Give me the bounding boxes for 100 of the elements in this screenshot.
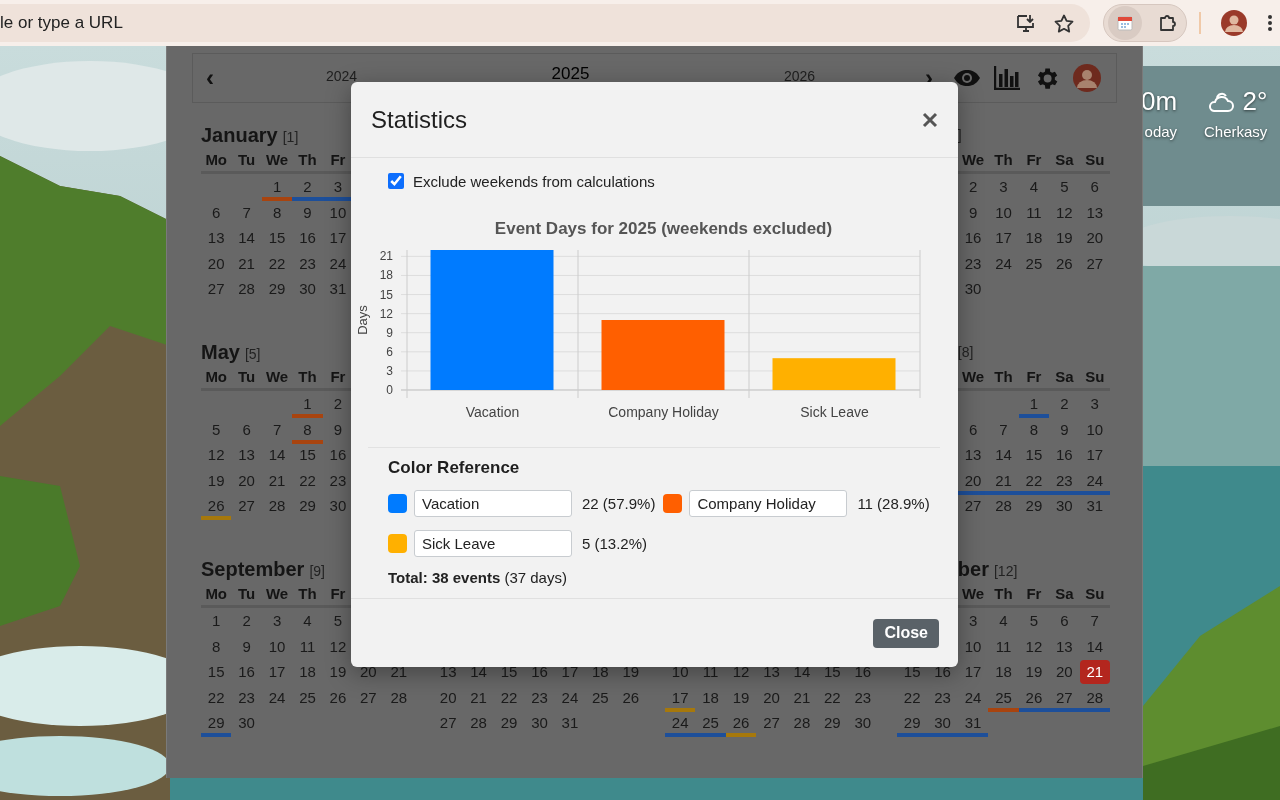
day-number[interactable]: 24 [329,253,347,274]
day-number[interactable]: 27 [763,713,780,734]
day-number[interactable]: 22 [299,470,316,491]
close-button[interactable] [922,111,938,128]
day-number[interactable]: 30 [329,496,347,517]
category-name-field[interactable]: Sick Leave [414,529,572,557]
day-number[interactable]: 22 [903,687,921,708]
day-number[interactable]: 13 [964,445,982,466]
day-number[interactable]: 23 [299,253,316,274]
day-number[interactable]: 29 [207,713,225,734]
day-number[interactable]: 15 [1025,445,1043,466]
day-number[interactable]: 23 [329,470,347,491]
day-number[interactable]: 21 [793,687,811,708]
day-number[interactable]: 24 [964,687,982,708]
day-number[interactable]: 25 [1025,253,1043,274]
day-number[interactable]: 21 [995,470,1012,491]
day-number[interactable]: 19 [732,687,750,708]
day-number[interactable]: 6 [212,202,221,223]
day-number[interactable]: 17 [671,687,689,708]
avatar[interactable] [1073,64,1101,92]
today-date[interactable]: 21 [1079,660,1110,685]
day-number[interactable]: 20 [1086,228,1104,249]
address-bar[interactable]: le or type a URL [0,4,1090,42]
day-number[interactable]: 19 [1056,228,1073,249]
day-number[interactable]: 20 [439,687,457,708]
day-number[interactable]: 11 [1026,202,1042,223]
day-number[interactable]: 17 [1086,445,1104,466]
day-number[interactable]: 10 [1086,419,1104,440]
day-number[interactable]: 29 [299,496,316,517]
day-number[interactable]: 25 [995,687,1012,708]
day-number[interactable]: 25 [592,687,609,708]
day-number[interactable]: 9 [242,636,251,657]
day-number[interactable]: 5 [1060,177,1069,198]
day-number[interactable]: 28 [268,496,286,517]
day-number[interactable]: 28 [1086,687,1104,708]
day-number[interactable]: 16 [299,228,316,249]
day-number[interactable]: 15 [299,445,316,466]
day-number[interactable]: 23 [238,687,255,708]
day-number[interactable]: 9 [1060,419,1069,440]
day-number[interactable]: 16 [329,445,347,466]
day-number[interactable]: 13 [238,445,255,466]
day-number[interactable]: 17 [268,662,286,683]
day-number[interactable]: 13 [1056,636,1073,657]
day-number[interactable]: 18 [995,662,1012,683]
day-number[interactable]: 30 [238,713,255,734]
day-number[interactable]: 2 [333,394,343,415]
day-number[interactable]: 10 [995,202,1012,223]
day-number[interactable]: 14 [995,445,1012,466]
day-number[interactable]: 31 [1086,496,1104,517]
day-number[interactable]: 3 [333,177,343,198]
day-number[interactable]: 9 [968,202,978,223]
day-number[interactable]: 30 [854,713,872,734]
day-number[interactable]: 1 [303,394,312,415]
day-number[interactable]: 3 [968,611,978,632]
day-number[interactable]: 10 [329,202,347,223]
day-number[interactable]: 19 [1025,662,1043,683]
day-number[interactable]: 5 [212,419,221,440]
day-number[interactable]: 7 [1090,611,1099,632]
category-name-field[interactable]: Vacation [414,489,572,517]
day-number[interactable]: 24 [268,687,286,708]
day-number[interactable]: 11 [299,636,316,657]
day-number[interactable]: 8 [272,202,282,223]
day-number[interactable]: 22 [824,687,841,708]
day-number[interactable]: 30 [531,713,548,734]
more-icon[interactable] [1267,14,1273,32]
day-number[interactable]: 17 [329,228,347,249]
day-number[interactable]: 22 [207,687,225,708]
day-number[interactable]: 28 [470,713,487,734]
year-tab[interactable]: 2024 [325,67,358,84]
day-number[interactable]: 20 [238,470,255,491]
day-number[interactable]: 20 [1056,662,1073,683]
day-number[interactable]: 25 [299,687,316,708]
day-number[interactable]: 18 [299,662,316,683]
eye-icon[interactable] [953,69,981,87]
day-number[interactable]: 6 [1060,611,1069,632]
day-number[interactable]: 8 [1029,419,1039,440]
day-number[interactable]: 31 [964,713,982,734]
day-number[interactable]: 27 [964,496,982,517]
day-number[interactable]: 18 [702,687,719,708]
day-number[interactable]: 16 [1056,445,1073,466]
day-number[interactable]: 24 [561,687,579,708]
day-number[interactable]: 22 [268,253,286,274]
star-icon[interactable] [1054,13,1074,33]
day-number[interactable]: 30 [964,279,982,300]
day-number[interactable]: 14 [238,228,255,249]
day-number[interactable]: 3 [1090,394,1099,415]
day-number[interactable]: 9 [303,202,312,223]
day-number[interactable]: 16 [964,228,982,249]
day-number[interactable]: 23 [1056,470,1073,491]
day-number[interactable]: 28 [995,496,1012,517]
day-number[interactable]: 7 [272,419,282,440]
day-number[interactable]: 28 [238,279,255,300]
install-icon[interactable] [1016,14,1036,32]
day-number[interactable]: 3 [272,611,282,632]
day-number[interactable]: 21 [268,470,286,491]
year-tab[interactable]: 2025 [551,64,590,84]
day-number[interactable]: 28 [793,713,811,734]
avatar[interactable] [1221,10,1247,36]
color-swatch[interactable] [663,493,683,513]
day-number[interactable]: 12 [207,445,225,466]
